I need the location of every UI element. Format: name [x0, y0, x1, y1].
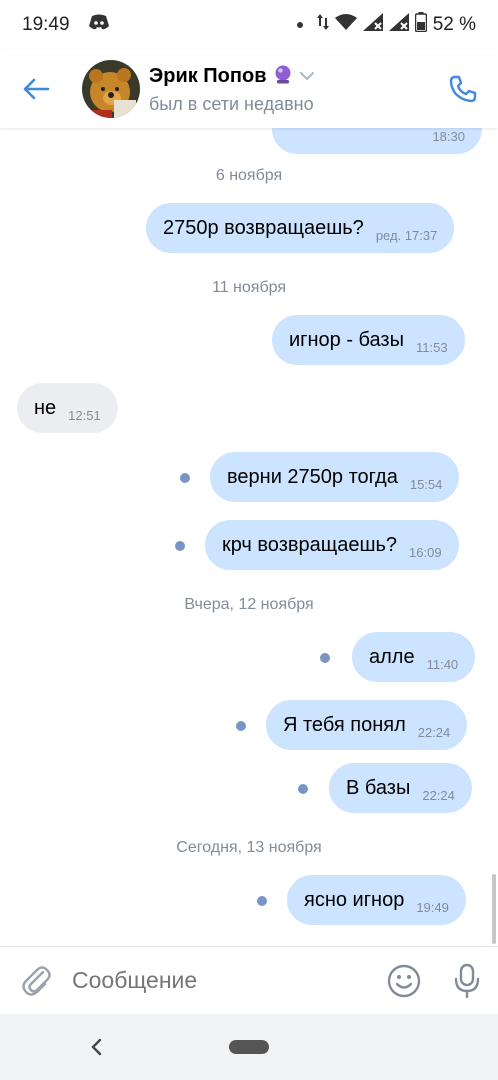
notification-dot-icon — [296, 22, 303, 28]
message-bubble-incoming[interactable]: не 12:51 — [17, 383, 118, 433]
message-text: алле — [369, 645, 415, 668]
home-button[interactable] — [229, 1040, 269, 1054]
status-time: 19:49 — [22, 14, 70, 35]
system-navigation-bar — [0, 1014, 498, 1080]
message-time: 18:30 — [432, 128, 465, 144]
unread-indicator — [257, 896, 267, 906]
crystal-ball-icon — [273, 64, 293, 90]
message-input[interactable] — [72, 967, 372, 994]
discord-icon — [88, 14, 110, 36]
message-time: 19:49 — [416, 899, 449, 915]
message-time: 15:54 — [409, 476, 443, 492]
scrollbar[interactable] — [492, 874, 496, 944]
last-seen-status: был в сети недавно — [149, 93, 314, 114]
nav-back-button[interactable] — [84, 1032, 108, 1062]
message-bubble-partial[interactable]: 18:30 — [272, 128, 482, 154]
phone-icon — [449, 75, 477, 103]
message-bubble-outgoing[interactable]: Я тебя понял 22:24 — [266, 700, 468, 750]
chevron-left-icon — [91, 1038, 102, 1056]
contact-name[interactable]: Эрик Попов — [149, 65, 267, 88]
battery-icon — [414, 12, 427, 38]
message-bubble-outgoing[interactable]: В базы 22:24 — [329, 763, 472, 813]
message-text: Я тебя понял — [283, 713, 406, 736]
message-text: игнор - базы — [289, 328, 404, 351]
message-text: 2750р возвращаешь? — [163, 216, 364, 239]
unread-indicator — [175, 541, 185, 551]
call-button[interactable] — [428, 50, 498, 128]
message-bubble-outgoing[interactable]: верни 2750р тогда 15:54 — [210, 452, 460, 502]
message-text: ясно игнор — [304, 888, 405, 911]
unread-indicator — [298, 784, 308, 794]
battery-percent: 52 % — [432, 14, 476, 35]
signal-icon-2 — [388, 13, 409, 37]
attach-button[interactable] — [0, 947, 72, 1015]
date-separator: Вчера, 12 ноября — [184, 596, 314, 613]
chat-header: Эрик Попов был в сети недавно — [0, 50, 498, 128]
message-text: В базы — [346, 776, 411, 799]
message-time: ред. 17:37 — [375, 227, 438, 243]
message-text: не — [34, 396, 57, 419]
date-separator: 6 ноября — [215, 167, 283, 184]
message-bubble-outgoing[interactable]: ясно игнор 19:49 — [287, 875, 466, 925]
voice-message-button[interactable] — [436, 947, 498, 1015]
chevron-down-icon[interactable] — [299, 65, 315, 88]
status-bar: 19:49 52 % — [0, 0, 498, 50]
arrow-left-icon — [23, 78, 50, 100]
date-separator: Сегодня, 13 ноября — [176, 839, 322, 856]
message-bubble-outgoing[interactable]: алле 11:40 — [352, 632, 476, 682]
microphone-icon — [454, 963, 480, 998]
message-composer — [0, 946, 498, 1014]
messages-list[interactable]: 18:30 6 ноября 2750р возвращаешь? ред. 1… — [0, 128, 498, 946]
date-separator: 11 ноября — [212, 279, 286, 296]
wifi-icon — [334, 13, 357, 37]
message-time: 11:53 — [415, 339, 448, 355]
unread-indicator — [320, 653, 330, 663]
message-time: 11:40 — [426, 656, 459, 672]
data-transfer-icon — [316, 13, 329, 37]
unread-indicator — [180, 473, 190, 483]
message-bubble-outgoing[interactable]: 2750р возвращаешь? ред. 17:37 — [146, 203, 455, 253]
message-time: 22:24 — [422, 787, 455, 803]
avatar[interactable] — [82, 60, 140, 118]
unread-indicator — [236, 721, 246, 731]
back-button[interactable] — [0, 50, 72, 128]
message-bubble-outgoing[interactable]: крч возвращаешь? 16:09 — [205, 520, 459, 570]
message-text: крч возвращаешь? — [222, 533, 398, 556]
smiley-icon — [387, 964, 421, 997]
signal-icon — [362, 13, 383, 37]
message-time: 22:24 — [417, 724, 451, 740]
paperclip-icon — [22, 965, 51, 996]
message-text: верни 2750р тогда — [227, 465, 398, 488]
message-bubble-outgoing[interactable]: игнор - базы 11:53 — [272, 315, 465, 365]
message-time: 16:09 — [409, 544, 442, 560]
message-time: 12:51 — [68, 407, 101, 423]
emoji-button[interactable] — [372, 947, 436, 1015]
